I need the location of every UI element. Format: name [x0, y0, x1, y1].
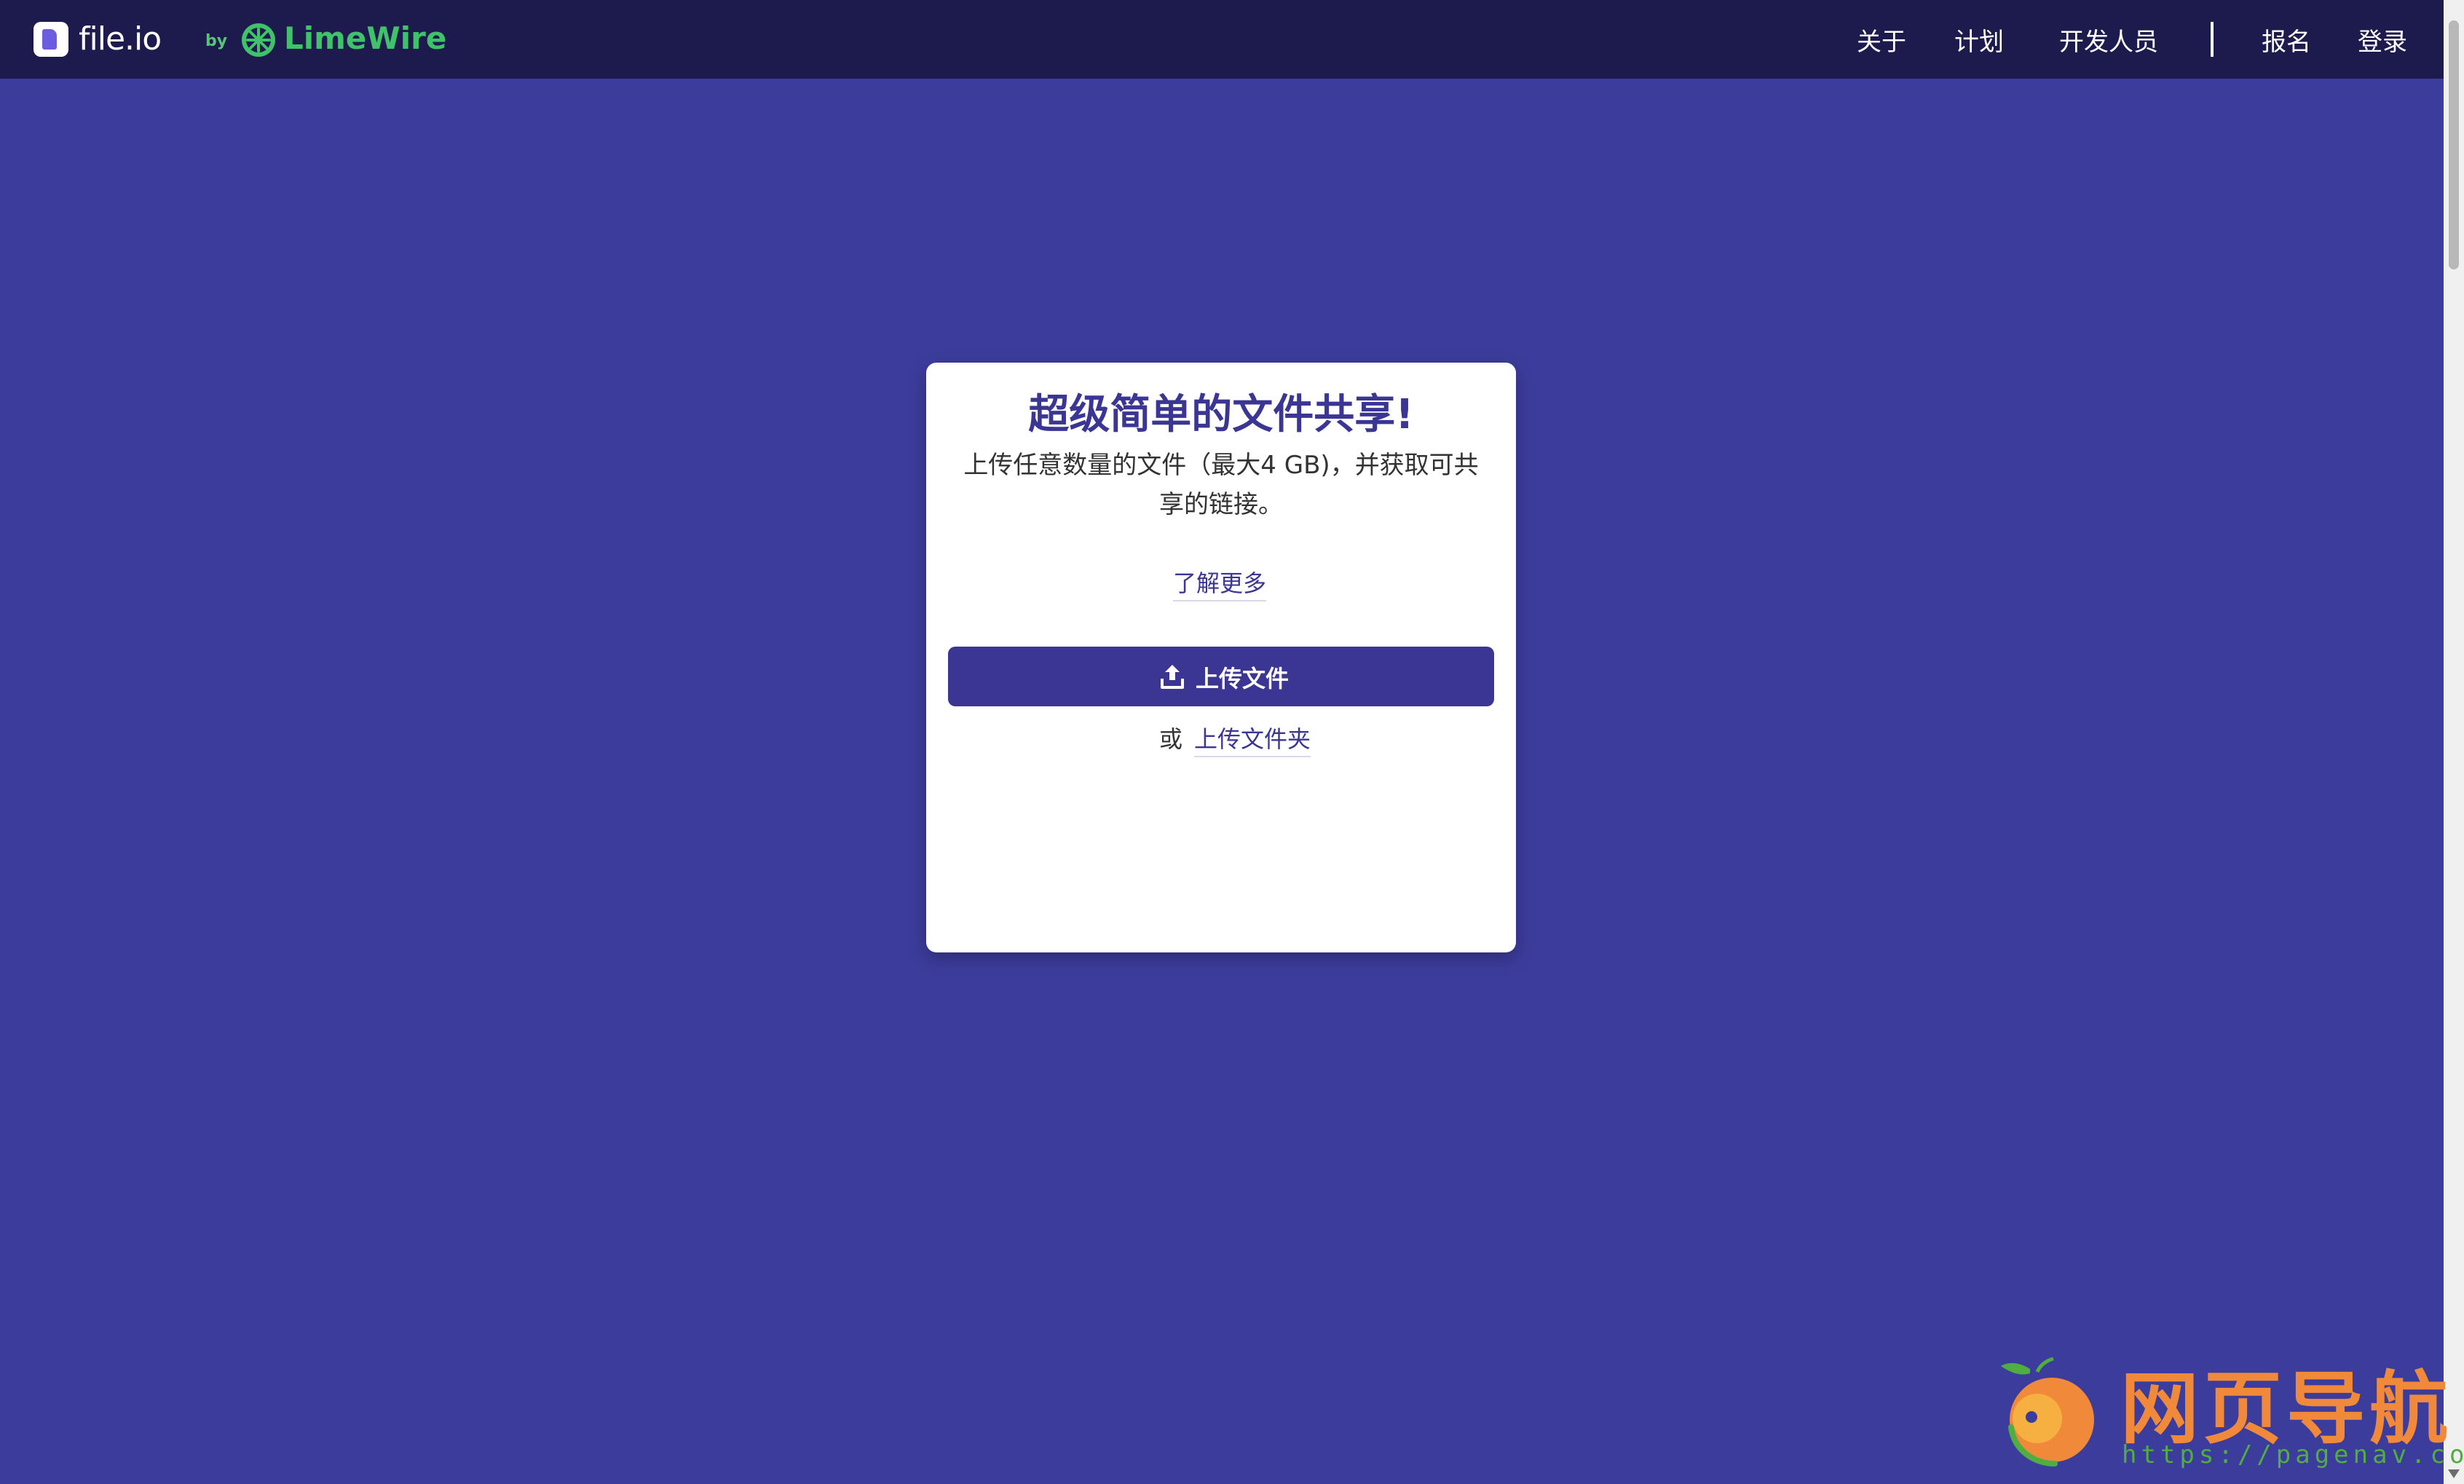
watermark: 网页导航 https://pagenav.com [1966, 1333, 2464, 1478]
limewire-logo-icon [242, 23, 275, 57]
learn-more-link[interactable]: 了解更多 [1173, 565, 1267, 601]
card-description: 上传任意数量的文件（最大4 GB)，并获取可共享的链接。 [963, 451, 1479, 519]
top-navigation-bar: file.io by LimeWire 关于 计划 开发人员 报名 登录 [0, 0, 2444, 79]
scroll-down-arrow-icon[interactable] [2448, 1469, 2460, 1478]
upload-card: 超级简单的文件共享! 上传任意数量的文件（最大4 GB)，并获取可共享的链接。 … [926, 363, 1516, 952]
brand-name: file.io [79, 20, 162, 58]
partner-name: LimeWire [284, 20, 447, 56]
brand-by-label: by [205, 32, 228, 50]
nav-login[interactable]: 登录 [2358, 22, 2407, 58]
orange-fruit-icon [2001, 1357, 2094, 1467]
or-label: 或 [1159, 725, 1183, 753]
page-scrollbar[interactable] [2444, 0, 2464, 1484]
watermark-url: https://pagenav.com [2122, 1440, 2464, 1469]
nav-divider [2211, 22, 2214, 57]
upload-files-button[interactable]: 上传文件 [948, 647, 1494, 706]
card-title: 超级简单的文件共享! [1028, 391, 1414, 438]
scrollbar-thumb[interactable] [2449, 20, 2459, 269]
nav-about[interactable]: 关于 [1857, 22, 1906, 58]
nav-plans[interactable]: 计划 [1954, 22, 2004, 58]
nav-signup[interactable]: 报名 [2262, 22, 2311, 58]
upload-folder-link[interactable]: 上传文件夹 [1194, 721, 1311, 757]
upload-icon [1161, 665, 1184, 689]
file-io-logo-icon [33, 22, 68, 57]
nav-developers[interactable]: 开发人员 [2059, 22, 2158, 58]
upload-files-label: 上传文件 [1196, 665, 1290, 692]
